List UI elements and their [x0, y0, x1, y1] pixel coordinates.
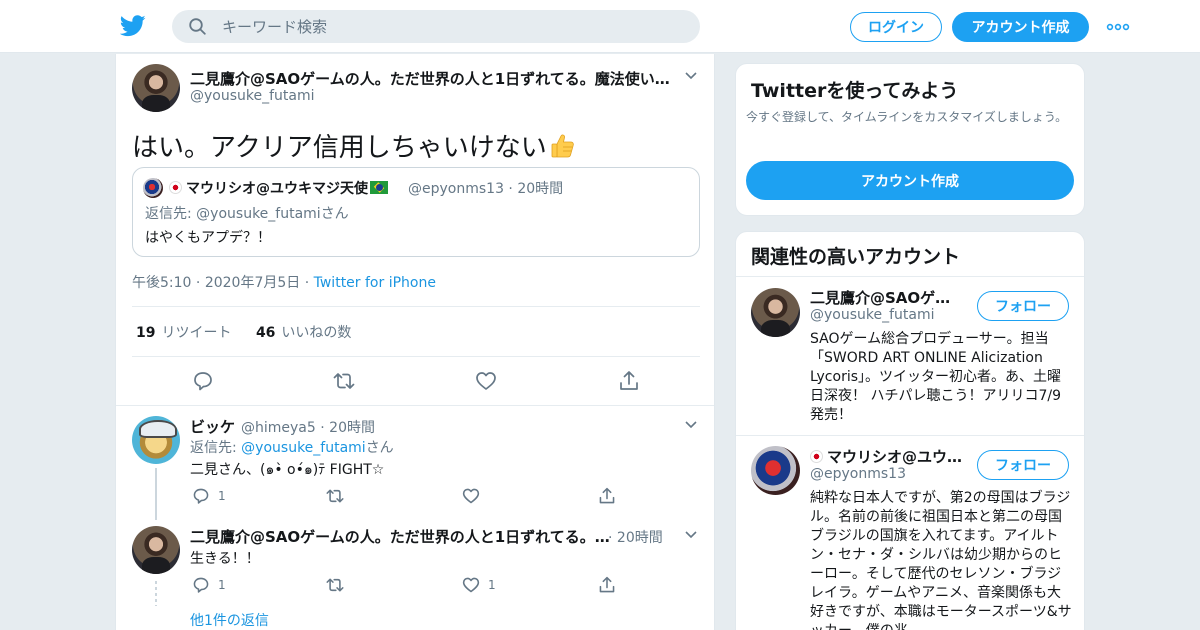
reply-author-handle[interactable]: @himeya5 · 20時間	[241, 417, 375, 437]
quoted-reply-to: 返信先: @yousuke_futamiさん	[145, 206, 349, 222]
follow-button[interactable]: フォロー	[977, 291, 1069, 321]
like-icon	[462, 488, 480, 504]
account-avatar[interactable]	[751, 446, 800, 495]
show-more-replies-link[interactable]: 他1件の返信	[190, 610, 269, 630]
twitter-bird-logo-icon[interactable]	[120, 14, 146, 38]
share-icon[interactable]	[618, 370, 640, 392]
reply-author-avatar[interactable]	[132, 526, 180, 574]
reply-author-avatar[interactable]	[132, 416, 180, 464]
tweet-author-name[interactable]: 二見鷹介@SAOゲームの人。ただ世界の人と1日ずれてる。魔法使い…	[190, 68, 670, 89]
chevron-down-icon[interactable]	[684, 420, 698, 430]
signup-card-subtitle: 今すぐ登録して、タイムラインをカスタマイズしましょう。	[746, 110, 1068, 124]
account-bio: 純粋な日本人ですが、第2の母国はブラジル。名前の前後に祖国日本と第二の母国ブラジ…	[810, 490, 1072, 630]
reply-action[interactable]: 1	[192, 487, 226, 505]
account-avatar[interactable]	[751, 288, 800, 337]
reply-action[interactable]: 1	[192, 576, 226, 594]
japan-flag-icon	[169, 181, 182, 194]
reply-author-name[interactable]: 二見鷹介@SAOゲームの人。ただ世界の人と1日ずれてる。…	[190, 526, 610, 547]
thumbs-up-icon	[551, 134, 574, 158]
reply-text: 生きる！！	[190, 551, 260, 567]
signup-card-title: Twitterを使ってみよう	[751, 80, 959, 102]
main-timeline-column: 二見鷹介@SAOゲームの人。ただ世界の人と1日ずれてる。魔法使い… @yousu…	[115, 54, 715, 630]
account-handle[interactable]: @yousuke_futami	[810, 307, 935, 323]
quoted-tweet[interactable]: マウリシオ@ユウキマジ天使 @epyonms13 · 20時間 返信先: @yo…	[132, 167, 700, 257]
divider	[132, 356, 700, 357]
search-box[interactable]	[172, 10, 700, 43]
retweet-action[interactable]	[326, 487, 352, 505]
retweet-action[interactable]	[326, 576, 352, 594]
more-options-icon[interactable]	[1106, 22, 1130, 32]
reply-icon	[193, 577, 209, 593]
account-bio: SAOゲーム総合プロデューサー。担当「SWORD ART ONLINE Alic…	[810, 331, 1062, 423]
quoted-tweet-text: はやくもアプデ？！	[145, 230, 271, 246]
like-action[interactable]	[462, 487, 488, 505]
quoted-author-handle: @epyonms13 · 20時間	[408, 181, 564, 197]
share-action[interactable]	[598, 576, 624, 594]
follow-button[interactable]: フォロー	[977, 450, 1069, 480]
chevron-down-icon[interactable]	[684, 71, 698, 81]
reply-to-line: 返信先: @yousuke_futamiさん	[190, 440, 394, 456]
login-button[interactable]: ログイン	[850, 12, 942, 42]
chevron-down-icon[interactable]	[684, 530, 698, 540]
tweet-stats: 19 リツイート 46 いいねの数	[136, 322, 371, 342]
reply-time: 20時間	[329, 420, 375, 436]
share-icon	[599, 487, 615, 504]
related-accounts-title: 関連性の高いアカウント	[751, 246, 961, 268]
retweets-stat[interactable]: 19 リツイート	[136, 325, 231, 341]
divider	[736, 435, 1084, 436]
reply-to-link[interactable]: @yousuke_futami	[241, 440, 366, 456]
signup-button[interactable]: アカウント作成	[952, 12, 1089, 42]
share-action[interactable]	[598, 487, 624, 505]
tweet-text: はい。アクリア信用しちゃいけない	[132, 127, 577, 164]
retweet-icon[interactable]	[333, 370, 355, 392]
account-handle[interactable]: @epyonms13	[810, 466, 906, 482]
retweet-icon	[326, 578, 344, 592]
quoted-author-avatar	[143, 178, 163, 198]
top-navigation-bar: ログイン アカウント作成	[0, 0, 1200, 53]
tweet-author-handle[interactable]: @yousuke_futami	[190, 88, 315, 104]
divider	[132, 306, 700, 307]
japan-flag-icon	[810, 450, 823, 463]
share-icon	[599, 576, 615, 593]
account-name[interactable]: 二見鷹介@SAOゲー…	[810, 287, 965, 308]
author-avatar[interactable]	[132, 64, 180, 112]
reply-icon[interactable]	[192, 370, 214, 392]
quoted-tweet-time: 20時間	[517, 181, 564, 197]
reply-author-name[interactable]: ビッケ	[190, 416, 235, 437]
divider	[736, 276, 1084, 277]
thread-line	[155, 468, 157, 520]
like-icon[interactable]	[475, 370, 497, 392]
like-action[interactable]: 1	[462, 576, 496, 594]
reply-icon	[193, 488, 209, 504]
related-accounts-card: 関連性の高いアカウント 二見鷹介@SAOゲー… @yousuke_futami …	[735, 231, 1085, 630]
reply-text: 二見さん、(๑•̀ o•́๑)ﾃ FIGHT☆	[190, 462, 385, 478]
likes-stat[interactable]: 46 いいねの数	[256, 325, 351, 341]
signup-card-button[interactable]: アカウント作成	[746, 161, 1074, 200]
brazil-flag-icon	[370, 181, 388, 194]
quoted-author-name: マウリシオ@ユウキマジ天使	[169, 178, 388, 198]
divider	[116, 405, 714, 406]
tweet-timestamp[interactable]: 午後5:10 · 2020年7月5日 · Twitter for iPhone	[132, 272, 436, 292]
account-name[interactable]: マウリシオ@ユウ…	[810, 446, 970, 467]
thread-line	[155, 581, 157, 606]
signup-card: Twitterを使ってみよう 今すぐ登録して、タイムラインをカスタマイズしましょ…	[735, 63, 1085, 216]
search-icon	[189, 18, 206, 35]
reply-time[interactable]: · 20時間	[608, 527, 663, 547]
tweet-source-link[interactable]: Twitter for iPhone	[314, 275, 436, 291]
retweet-icon	[326, 489, 344, 503]
like-icon	[462, 577, 480, 593]
search-input[interactable]	[222, 10, 682, 43]
